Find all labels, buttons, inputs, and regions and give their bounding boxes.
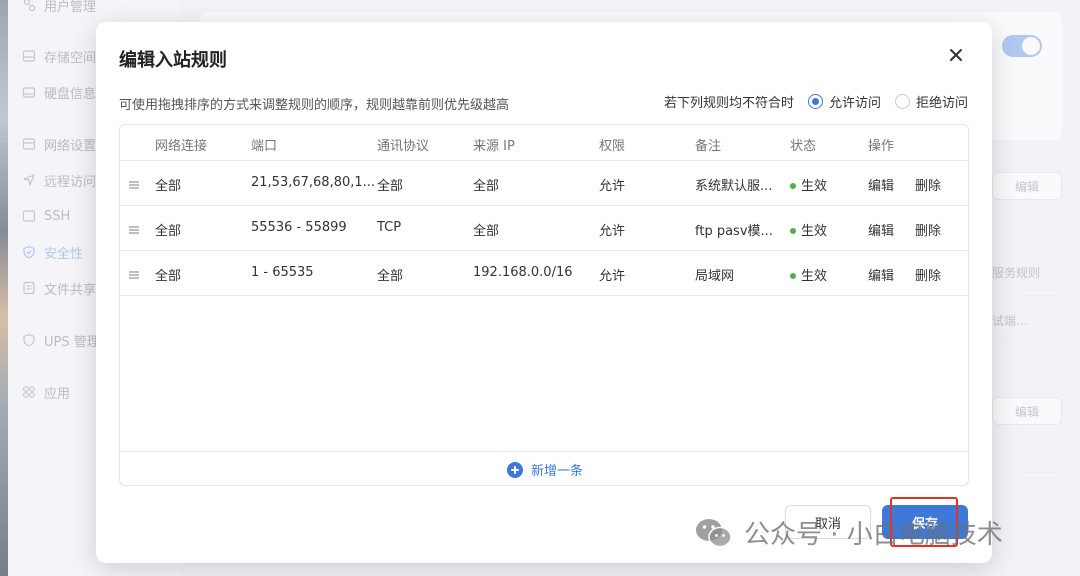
table-header: 网络连接 端口 通讯协议 来源 IP 权限 备注 状态 操作 <box>120 125 968 161</box>
cell-permission: 允许 <box>599 269 626 284</box>
column-header: 网络连接 <box>155 139 208 154</box>
table-row[interactable]: 全部 55536 - 55899 TCP 全部 允许 ftp pasv模... … <box>120 206 968 251</box>
cell-network: 全部 <box>155 179 182 194</box>
cell-source-ip: 192.168.0.0/16 <box>473 265 573 280</box>
cell-note: 系统默认服... <box>695 179 773 194</box>
cell-status: 生效 <box>790 220 827 239</box>
default-policy: 若下列规则均不符合时 允许访问 拒绝访问 <box>664 92 968 111</box>
delete-rule-button[interactable]: 删除 <box>915 220 941 239</box>
radio-dot-selected <box>807 94 823 109</box>
column-header: 权限 <box>599 139 626 154</box>
rules-table: 网络连接 端口 通讯协议 来源 IP 权限 备注 状态 操作 全部 21,53,… <box>119 124 969 486</box>
cell-network: 全部 <box>155 269 182 284</box>
radio-deny[interactable]: 拒绝访问 <box>894 92 968 111</box>
add-rule-label: 新增一条 <box>530 464 583 479</box>
wechat-logo-icon <box>694 516 734 550</box>
cell-permission: 允许 <box>599 179 626 194</box>
column-header: 端口 <box>251 139 278 154</box>
radio-allow-label: 允许访问 <box>828 96 881 111</box>
cell-port: 1 - 65535 <box>251 265 314 280</box>
cell-permission: 允许 <box>599 224 626 239</box>
cell-source-ip: 全部 <box>473 179 500 194</box>
cell-note: ftp pasv模... <box>695 224 773 239</box>
cell-protocol: 全部 <box>377 179 404 194</box>
table-row[interactable]: 全部 21,53,67,68,80,1... 全部 全部 允许 系统默认服...… <box>120 161 968 206</box>
drag-handle-icon[interactable] <box>128 221 140 234</box>
delete-rule-button[interactable]: 删除 <box>915 175 941 194</box>
plus-circle-icon <box>506 461 523 478</box>
status-dot-icon <box>790 182 796 189</box>
radio-deny-label: 拒绝访问 <box>915 96 968 111</box>
close-button[interactable] <box>946 46 966 66</box>
column-header: 操作 <box>868 139 895 154</box>
cell-status: 生效 <box>790 175 827 194</box>
watermark: 公众号 · 小白电脑技术 <box>694 514 1003 551</box>
status-text: 生效 <box>801 269 828 284</box>
edit-rule-button[interactable]: 编辑 <box>868 220 894 239</box>
drag-handle-icon[interactable] <box>128 266 140 279</box>
column-header: 备注 <box>695 139 722 154</box>
close-icon <box>949 47 963 66</box>
status-text: 生效 <box>801 224 828 239</box>
watermark-text: 公众号 · 小白电脑技术 <box>744 520 1003 550</box>
edit-inbound-rules-dialog: 编辑入站规则 可使用拖拽排序的方式来调整规则的顺序，规则越靠前则优先级越高 若下… <box>96 22 992 563</box>
column-header: 状态 <box>790 139 817 154</box>
column-header: 来源 IP <box>473 139 515 154</box>
column-header: 通讯协议 <box>377 139 430 154</box>
cell-protocol: 全部 <box>377 269 404 284</box>
radio-dot <box>894 94 910 109</box>
cell-note: 局域网 <box>695 269 735 284</box>
cell-port: 21,53,67,68,80,1... <box>251 175 376 190</box>
drag-handle-icon[interactable] <box>128 176 140 189</box>
dialog-title: 编辑入站规则 <box>119 50 227 71</box>
default-policy-label: 若下列规则均不符合时 <box>663 96 794 111</box>
status-dot-icon <box>790 227 796 234</box>
edit-rule-button[interactable]: 编辑 <box>868 265 894 284</box>
radio-allow[interactable]: 允许访问 <box>807 92 881 111</box>
cell-network: 全部 <box>155 224 182 239</box>
add-rule-button[interactable]: 新增一条 <box>120 451 968 485</box>
cell-status: 生效 <box>790 265 827 284</box>
table-row[interactable]: 全部 1 - 65535 全部 192.168.0.0/16 允许 局域网 生效… <box>120 251 968 296</box>
cell-port: 55536 - 55899 <box>251 220 347 235</box>
status-dot-icon <box>790 272 796 279</box>
edit-rule-button[interactable]: 编辑 <box>868 175 894 194</box>
delete-rule-button[interactable]: 删除 <box>915 265 941 284</box>
cell-protocol: TCP <box>377 220 402 235</box>
cell-source-ip: 全部 <box>473 224 500 239</box>
status-text: 生效 <box>801 179 828 194</box>
dialog-description: 可使用拖拽排序的方式来调整规则的顺序，规则越靠前则优先级越高 <box>119 98 510 113</box>
